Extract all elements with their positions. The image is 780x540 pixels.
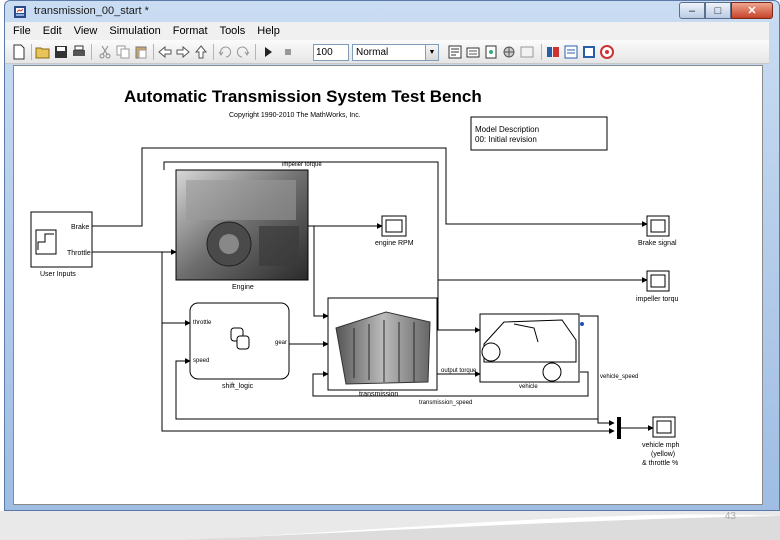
window-controls: – □ ✕ (679, 2, 773, 19)
shift-logic-label: shift_logic (222, 383, 254, 390)
target-icon[interactable] (599, 44, 615, 60)
scope-label-line-3: & throttle % (642, 460, 678, 467)
screen: transmission_00_start * – □ ✕ File Edit … (0, 0, 780, 540)
mux-block[interactable] (617, 417, 621, 439)
menu-edit[interactable]: Edit (37, 25, 68, 37)
build-icon[interactable] (447, 44, 463, 60)
menu-view[interactable]: View (68, 25, 104, 37)
description-line-1: Model Description (475, 125, 539, 134)
vehicle-speed-signal-label: vehicle_speed (600, 374, 638, 380)
vehicle-label: vehicle (519, 384, 538, 390)
engine-label: Engine (232, 284, 254, 291)
back-icon[interactable] (157, 44, 173, 60)
play-icon[interactable] (260, 44, 276, 60)
impeller-torque-scope-label: impeller torqu (636, 296, 679, 303)
save-icon[interactable] (53, 44, 69, 60)
throttle-input-label: throttle (193, 320, 212, 326)
brake-signal-scope[interactable]: Brake signal (638, 215, 677, 247)
engine-rpm-label: engine RPM (375, 240, 414, 247)
window-title: transmission_00_start * (34, 5, 149, 17)
chevron-down-icon: ▼ (425, 45, 438, 60)
copyright-text: Copyright 1990-2010 The MathWorks, Inc. (229, 112, 361, 119)
update-icon[interactable] (519, 44, 535, 60)
new-icon[interactable] (11, 44, 27, 60)
signal-junction-dot (580, 322, 584, 326)
transmission-block[interactable]: transmission (327, 297, 438, 398)
up-icon[interactable] (193, 44, 209, 60)
transmission-speed-signal-label: transmission_speed (419, 400, 472, 406)
debug-icon[interactable] (501, 44, 517, 60)
scope-label-line-2: (yellow) (651, 451, 675, 458)
user-inputs-block[interactable]: Brake Throttle User Inputs (30, 211, 93, 278)
title-bar[interactable]: transmission_00_start * – □ ✕ (5, 1, 779, 23)
maximize-button[interactable]: □ (705, 2, 731, 19)
menu-tools[interactable]: Tools (214, 25, 252, 37)
engine-rpm-scope[interactable]: engine RPM (375, 215, 414, 247)
stop-time-input[interactable]: 100 (313, 44, 349, 61)
block-diagram: Automatic Transmission System Test Bench… (30, 87, 679, 467)
cut-icon[interactable] (97, 44, 113, 60)
undo-icon[interactable] (217, 44, 233, 60)
model-explorer-icon[interactable] (483, 44, 499, 60)
paste-icon[interactable] (133, 44, 149, 60)
slide-footer (0, 511, 780, 540)
simulink-model-icon (14, 6, 26, 18)
stop-icon[interactable] (280, 44, 296, 60)
sample-time-icon[interactable] (545, 44, 561, 60)
output-torque-signal-label: output torque (441, 368, 477, 374)
model-title: Automatic Transmission System Test Bench (124, 87, 482, 106)
print-icon[interactable] (71, 44, 87, 60)
library-icon[interactable] (465, 44, 481, 60)
user-inputs-label: User Inputs (40, 271, 76, 278)
shift-logic-block[interactable]: throttle speed gear shift_logic (189, 302, 290, 390)
report-icon[interactable] (563, 44, 579, 60)
throttle-port-label: Throttle (67, 250, 91, 257)
close-button[interactable]: ✕ (731, 2, 773, 19)
config-icon[interactable] (581, 44, 597, 60)
speed-input-label: speed (193, 358, 209, 364)
model-description-box[interactable]: Model Description 00: Initial revision (470, 116, 608, 151)
slide-number: 43 (724, 511, 736, 522)
scope-label-line-1: vehicle mph (642, 442, 679, 449)
redo-icon[interactable] (235, 44, 251, 60)
transmission-label: transmission (359, 391, 398, 398)
minimize-button[interactable]: – (679, 2, 705, 19)
open-icon[interactable] (35, 44, 51, 60)
menu-simulation[interactable]: Simulation (103, 25, 166, 37)
gear-output-label: gear (275, 340, 287, 346)
impeller-torque-scope[interactable]: impeller torqu (636, 270, 679, 303)
menu-format[interactable]: Format (167, 25, 214, 37)
menu-file[interactable]: File (5, 25, 37, 37)
toolbar: 100 Normal ▼ (5, 40, 769, 64)
menu-help[interactable]: Help (251, 25, 286, 37)
forward-icon[interactable] (175, 44, 191, 60)
vehicle-mph-scope[interactable]: vehicle mph (yellow) & throttle % (642, 416, 679, 467)
description-line-2: 00: Initial revision (475, 135, 537, 144)
impeller-torque-signal-label: impeller torque (282, 162, 322, 168)
model-canvas[interactable]: Automatic Transmission System Test Bench… (13, 65, 763, 505)
brake-port-label: Brake (71, 224, 89, 231)
engine-block[interactable]: Engine (175, 169, 309, 291)
footer-decoration (0, 511, 780, 540)
copy-icon[interactable] (115, 44, 131, 60)
brake-signal-label: Brake signal (638, 240, 677, 247)
vehicle-block[interactable]: vehicle (479, 313, 580, 390)
simulation-mode-select[interactable]: Normal ▼ (352, 44, 439, 61)
menu-bar: File Edit View Simulation Format Tools H… (5, 22, 769, 40)
simulation-mode-value: Normal (356, 47, 389, 58)
